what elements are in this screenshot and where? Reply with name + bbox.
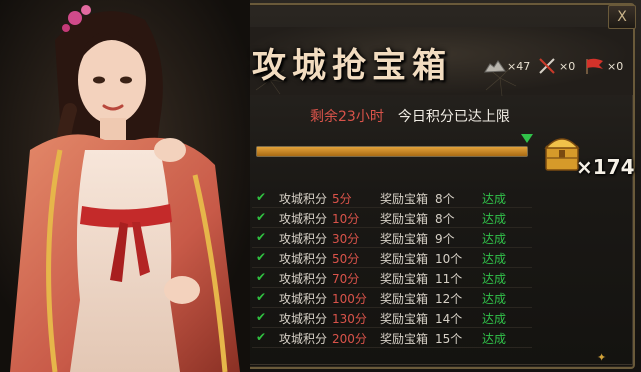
flag-count: ×0 bbox=[607, 59, 624, 73]
row-points: 10分 bbox=[332, 212, 360, 226]
row-divider bbox=[252, 347, 532, 348]
row-points: 30分 bbox=[332, 232, 360, 246]
row-points: 200分 bbox=[332, 332, 367, 346]
reward-row: ✔ 攻城积分 50分 奖励宝箱 10个 达成 bbox=[252, 248, 532, 268]
row-points: 100分 bbox=[332, 292, 367, 306]
check-icon: ✔ bbox=[256, 190, 267, 204]
row-reward-count: 8个 bbox=[435, 212, 455, 226]
red-flag-icon bbox=[586, 58, 603, 74]
row-points: 70分 bbox=[332, 272, 360, 286]
check-icon: ✔ bbox=[256, 290, 267, 304]
stone-count: ×47 bbox=[507, 59, 531, 73]
check-icon: ✔ bbox=[256, 330, 267, 344]
check-icon: ✔ bbox=[256, 230, 267, 244]
close-button[interactable]: X bbox=[608, 5, 636, 29]
row-points: 130分 bbox=[332, 312, 367, 326]
row-reward-label: 奖励宝箱 bbox=[380, 212, 429, 226]
limit-reached-text: 今日积分已达上限 bbox=[397, 109, 510, 125]
row-reward-count: 12个 bbox=[435, 292, 463, 306]
time-remaining: 剩余23小时 bbox=[310, 109, 384, 125]
row-reward-label: 奖励宝箱 bbox=[380, 312, 429, 326]
game-window: 攻城抢宝箱 ×47 ×0 ×0 X 剩余23小时 今日积分已达上限 ×174 ✔… bbox=[0, 0, 641, 372]
chest-count: ×174 bbox=[576, 155, 635, 179]
row-points: 5分 bbox=[332, 192, 352, 206]
row-label: 攻城积分 bbox=[279, 332, 328, 346]
status-line: 剩余23小时 今日积分已达上限 bbox=[310, 106, 510, 126]
row-reward-count: 11个 bbox=[435, 272, 463, 286]
row-status: 达成 bbox=[482, 332, 507, 346]
reward-row: ✔ 攻城积分 130分 奖励宝箱 14个 达成 bbox=[252, 308, 532, 328]
row-label: 攻城积分 bbox=[279, 292, 328, 306]
reward-row: ✔ 攻城积分 5分 奖励宝箱 8个 达成 bbox=[252, 188, 532, 208]
reward-row: ✔ 攻城积分 10分 奖励宝箱 8个 达成 bbox=[252, 208, 532, 228]
reward-list: ✔ 攻城积分 5分 奖励宝箱 8个 达成 ✔ 攻城积分 10分 奖励宝箱 8个 达成 ✔ 攻城积分 30分奖… bbox=[252, 188, 532, 348]
row-status: 达成 bbox=[482, 212, 507, 226]
row-label: 攻城积分 bbox=[279, 232, 328, 246]
row-reward-count: 14个 bbox=[435, 312, 463, 326]
row-status: 达成 bbox=[482, 232, 507, 246]
stone-pile-icon bbox=[484, 60, 506, 73]
resource-flag: ×0 bbox=[584, 52, 623, 80]
row-reward-label: 奖励宝箱 bbox=[380, 232, 429, 246]
reward-row: ✔ 攻城积分 30分 奖励宝箱 9个 达成 bbox=[252, 228, 532, 248]
row-reward-label: 奖励宝箱 bbox=[380, 252, 429, 266]
row-label: 攻城积分 bbox=[279, 312, 328, 326]
resource-stone: ×47 bbox=[484, 52, 530, 80]
reward-row: ✔ 攻城积分 200分 奖励宝箱 15个 达成 bbox=[252, 328, 532, 348]
resource-swords: ×0 bbox=[536, 52, 575, 80]
reward-row: ✔ 攻城积分 70分 奖励宝箱 11个 达成 bbox=[252, 268, 532, 288]
event-title: 攻城抢宝箱 bbox=[252, 46, 452, 86]
check-icon: ✔ bbox=[256, 270, 267, 284]
row-reward-count: 10个 bbox=[435, 252, 463, 266]
crossed-swords-icon bbox=[539, 58, 555, 74]
check-icon: ✔ bbox=[256, 210, 267, 224]
character-portrait bbox=[0, 0, 250, 372]
corner-logo-icon: ✦ bbox=[597, 351, 607, 364]
row-status: 达成 bbox=[482, 312, 507, 326]
row-label: 攻城积分 bbox=[279, 272, 328, 286]
row-status: 达成 bbox=[482, 292, 507, 306]
row-status: 达成 bbox=[482, 192, 507, 206]
row-reward-count: 15个 bbox=[435, 332, 463, 346]
check-icon: ✔ bbox=[256, 250, 267, 264]
row-status: 达成 bbox=[482, 252, 507, 266]
row-label: 攻城积分 bbox=[279, 252, 328, 266]
row-reward-count: 9个 bbox=[435, 232, 455, 246]
reward-row: ✔ 攻城积分 100分 奖励宝箱 12个 达成 bbox=[252, 288, 532, 308]
row-status: 达成 bbox=[482, 272, 507, 286]
row-points: 50分 bbox=[332, 252, 360, 266]
progress-fill bbox=[257, 147, 527, 156]
row-reward-label: 奖励宝箱 bbox=[380, 292, 429, 306]
score-progress-bar bbox=[256, 146, 528, 157]
row-label: 攻城积分 bbox=[279, 212, 328, 226]
progress-marker-icon bbox=[521, 134, 533, 143]
row-label: 攻城积分 bbox=[279, 192, 328, 206]
row-reward-label: 奖励宝箱 bbox=[380, 332, 429, 346]
row-reward-label: 奖励宝箱 bbox=[380, 192, 429, 206]
row-reward-label: 奖励宝箱 bbox=[380, 272, 429, 286]
row-reward-count: 8个 bbox=[435, 192, 455, 206]
check-icon: ✔ bbox=[256, 310, 267, 324]
swords-count: ×0 bbox=[559, 59, 576, 73]
